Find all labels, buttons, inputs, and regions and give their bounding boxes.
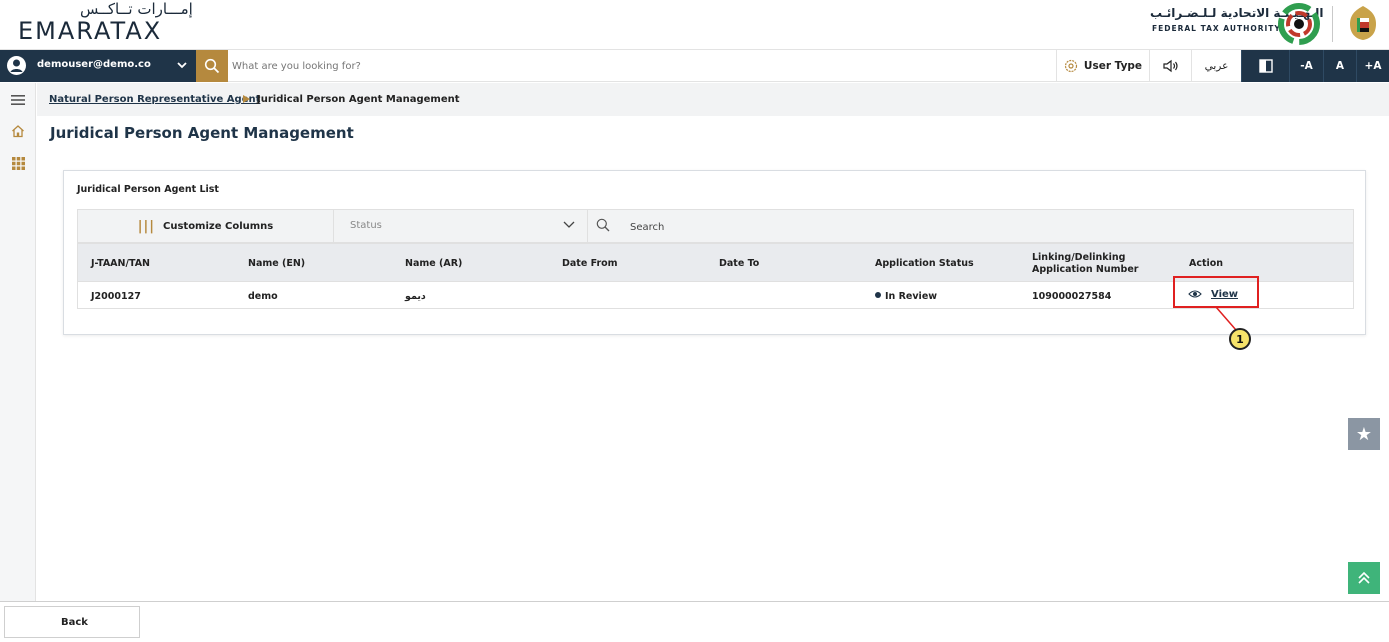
table-toolbar: ||| Customize Columns Status Search [77,209,1354,243]
sidebar [0,83,36,601]
sidebar-item-apps[interactable] [8,153,28,173]
col-header-application-status[interactable]: Application Status [875,258,974,269]
search-icon [596,218,610,232]
hamburger-icon [11,95,25,105]
customize-columns-button[interactable]: ||| Customize Columns [78,210,334,242]
home-icon [12,125,24,138]
site-header: إمـــارات تــاكــس EMARATAX الـهـيـئـة ا… [0,0,1389,48]
col-header-name-en[interactable]: Name (EN) [248,258,305,269]
contrast-icon [1258,59,1273,73]
emaratax-logo[interactable]: EMARATAX [18,17,162,45]
breadcrumb-parent-link[interactable]: Natural Person Representative Agent [49,94,260,105]
speaker-icon [1162,59,1178,73]
contrast-toggle[interactable] [1241,50,1289,82]
search-icon [204,58,220,74]
col-header-action: Action [1189,258,1224,269]
cell-application-number: 109000027584 [1032,291,1112,302]
table-header: J-TAAN/TAN Name (EN) Name (AR) Date From… [78,244,1353,281]
view-link[interactable]: View [1211,289,1238,300]
fta-name-english: FEDERAL TAX AUTHORITY [1152,24,1281,33]
eye-icon[interactable] [1188,289,1202,299]
menu-toggle[interactable] [8,90,28,110]
col-header-date-to[interactable]: Date To [719,258,759,269]
agent-list-card: Juridical Person Agent List ||| Customiz… [63,170,1366,335]
footer-bar: Back [0,601,1389,642]
fta-logo-icon [1278,3,1320,45]
text-to-speech-button[interactable] [1149,50,1191,82]
breadcrumb: Natural Person Representative Agent Juri… [37,83,1389,116]
page-title: Juridical Person Agent Management [50,124,354,142]
header-divider [1332,6,1333,42]
cell-name-ar: ديمو [405,291,426,302]
user-email: demouser@demo.co [37,59,151,70]
font-decrease-button[interactable]: -A [1289,50,1323,82]
table-row: J2000127 demo ديمو In Review 10900002758… [78,281,1353,308]
annotation-callout-badge: 1 [1229,328,1251,350]
user-type-label: User Type [1083,60,1143,72]
breadcrumb-arrow-icon [243,95,250,103]
global-search-input[interactable] [232,50,1052,82]
top-bar: demouser@demo.co User Type عربي -A A [0,49,1389,82]
status-dot-icon [875,292,881,298]
favorite-button[interactable]: ★ [1348,418,1380,450]
chevron-down-icon [563,221,575,228]
user-avatar-icon [7,56,26,75]
col-header-name-ar[interactable]: Name (AR) [405,258,462,269]
agent-table: J-TAAN/TAN Name (EN) Name (AR) Date From… [77,243,1354,309]
user-menu[interactable]: demouser@demo.co [0,50,196,82]
grid-icon [11,156,25,170]
emaratax-logo-arabic: إمـــارات تــاكــس [80,0,193,18]
status-filter-select[interactable]: Status [334,210,588,242]
search-button[interactable] [196,50,228,82]
status-filter-label: Status [350,220,382,231]
double-chevron-up-icon [1358,571,1370,584]
breadcrumb-current: Juridical Person Agent Management [257,94,460,105]
col-header-linking-line2[interactable]: Application Number [1032,264,1138,275]
font-increase-button[interactable]: +A [1356,50,1389,82]
uae-emblem-icon [1350,6,1376,40]
status-text: In Review [885,291,938,302]
columns-icon: ||| [137,218,155,234]
col-header-linking-line1[interactable]: Linking/Delinking [1032,252,1125,263]
col-header-date-from[interactable]: Date From [562,258,618,269]
cell-jtaan: J2000127 [91,291,141,302]
back-button[interactable]: Back [4,606,140,638]
font-normal-button[interactable]: A [1323,50,1356,82]
col-header-jtaan[interactable]: J-TAAN/TAN [91,258,150,269]
sidebar-item-home[interactable] [8,121,28,141]
cell-name-en: demo [248,291,278,302]
table-search-input[interactable]: Search [630,222,664,233]
star-icon: ★ [1355,423,1373,445]
card-title: Juridical Person Agent List [77,184,219,195]
gear-icon [1064,59,1078,73]
customize-columns-label: Customize Columns [163,220,274,232]
language-toggle[interactable]: عربي [1191,50,1241,82]
chevron-down-icon [177,62,187,69]
user-type-button[interactable]: User Type [1056,50,1149,82]
cell-application-status: In Review [875,291,937,302]
scroll-to-top-button[interactable] [1348,562,1380,594]
